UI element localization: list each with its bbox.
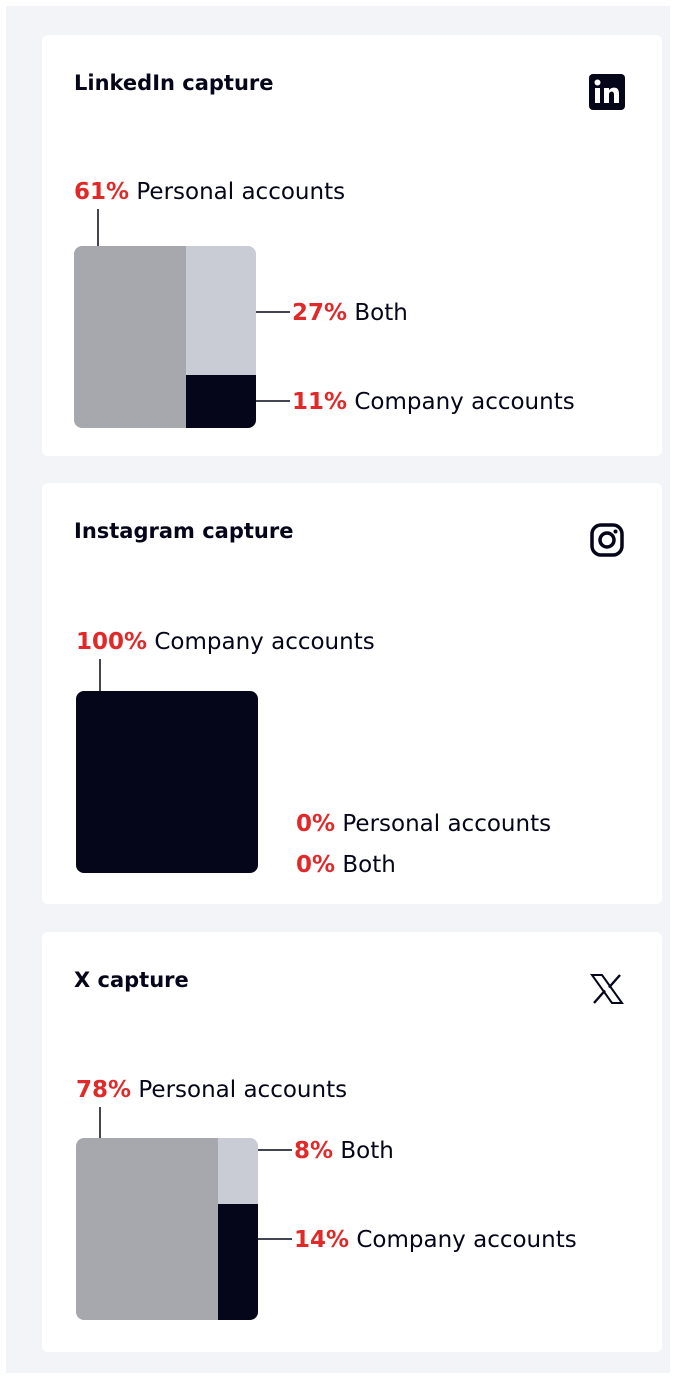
- percent-label: 11%: [292, 389, 347, 415]
- series-label: Company accounts: [349, 1227, 577, 1253]
- chart: 78% Personal accounts 8% Both 14% Company …: [76, 1077, 577, 1320]
- data-label: 0% Both: [296, 852, 396, 878]
- percent-label: 0%: [296, 852, 335, 878]
- bar-personal-accounts: [76, 1138, 218, 1320]
- percent-label: 14%: [294, 1227, 349, 1253]
- bar-personal-accounts: [74, 246, 186, 428]
- infographic-panel: LinkedIn capture 61% Personal accounts 27…: [6, 6, 670, 1373]
- chart: 100% Company accounts 0% Personal account…: [76, 629, 551, 878]
- data-label: 14% Company accounts: [294, 1227, 577, 1253]
- linkedin-card: LinkedIn capture 61% Personal accounts 27…: [42, 35, 662, 456]
- series-label: Both: [335, 852, 396, 878]
- data-label: 27% Both: [292, 300, 408, 326]
- series-label: Both: [333, 1138, 394, 1164]
- series-label: Personal accounts: [335, 811, 551, 837]
- data-label: 78% Personal accounts: [76, 1077, 347, 1103]
- percent-label: 100%: [76, 629, 147, 655]
- bar-company-accounts: [218, 1204, 258, 1320]
- chart: 61% Personal accounts 27% Both 11% Company…: [74, 179, 575, 428]
- series-label: Company accounts: [147, 629, 375, 655]
- percent-label: 61%: [74, 179, 129, 205]
- series-label: Company accounts: [347, 389, 575, 415]
- percent-label: 78%: [76, 1077, 131, 1103]
- bar-both: [186, 246, 256, 375]
- percent-label: 27%: [292, 300, 347, 326]
- percent-label: 0%: [296, 811, 335, 837]
- data-label: 11% Company accounts: [292, 389, 575, 415]
- series-label: Personal accounts: [131, 1077, 347, 1103]
- instagram-card: Instagram capture 100% Company accounts 0…: [42, 483, 662, 904]
- data-label: 8% Both: [294, 1138, 394, 1164]
- data-label: 61% Personal accounts: [74, 179, 345, 205]
- bar-company-accounts: [186, 375, 256, 428]
- bar-company-accounts: [76, 691, 258, 873]
- data-label: 0% Personal accounts: [296, 811, 551, 837]
- x-card: X capture 78% Personal accounts 8% Both 14…: [42, 932, 662, 1352]
- data-label: 100% Company accounts: [76, 629, 375, 655]
- series-label: Personal accounts: [129, 179, 345, 205]
- bar-both: [218, 1138, 258, 1204]
- percent-label: 8%: [294, 1138, 333, 1164]
- series-label: Both: [347, 300, 408, 326]
